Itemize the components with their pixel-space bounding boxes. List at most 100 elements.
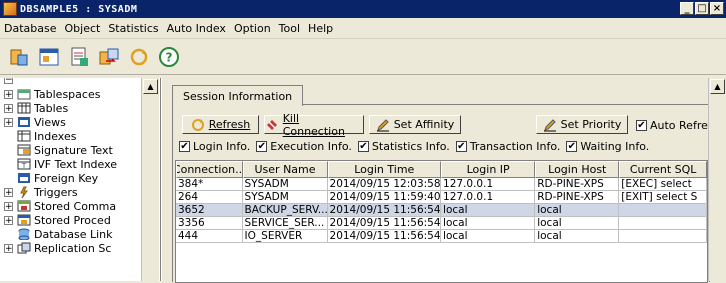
column-header-login-ip[interactable]: Login IP [441,161,536,178]
check-transaction-info[interactable]: ✔ Transaction Info. [455,140,560,153]
pencil-icon [543,118,556,131]
check-execution-info[interactable]: ✔ Execution Info. [256,140,352,153]
tree-item-views[interactable]: + Views [4,115,66,129]
tab-session-information[interactable]: Session Information [172,85,304,106]
table-row[interactable]: 264 SYSADM 2014/09/15 11:59:40 127.0.0.1… [176,191,707,204]
tree-item-tablespaces[interactable]: + Tablespaces [4,87,100,101]
checkbox[interactable]: ✔ [455,141,467,152]
tree-label: Indexes [34,129,77,143]
menu-tool[interactable]: Tool [275,22,304,35]
check-label: Statistics Info. [371,140,450,153]
expand-icon[interactable]: + [4,201,13,211]
app-icon [3,2,17,16]
view-icon [18,117,30,127]
tree-item-ivf-text-indexes[interactable]: T IVF Text Indexe [17,157,117,171]
check-label: Login Info. [193,140,251,153]
expand-icon[interactable]: + [4,89,13,99]
connect-icon[interactable] [8,46,30,68]
table-row[interactable]: 444 IO_SERVER 2014/09/15 11:56:54 local … [176,230,707,243]
session-table[interactable]: Connection... User Name Login Time Login… [175,160,708,283]
expand-icon[interactable]: + [4,103,13,113]
kill-connection-button[interactable]: Kill Connection [264,112,364,138]
menu-database[interactable]: Database [0,22,61,35]
expand-icon[interactable]: + [4,243,13,253]
maximize-button[interactable]: □ [695,2,709,15]
table-icon [17,102,31,114]
tree-item-foreign-key[interactable]: Foreign Key [17,171,98,185]
tree-label: Database Link [34,227,113,241]
tree-item-indexes[interactable]: Indexes [17,129,76,143]
scroll-up-icon[interactable]: ▲ [143,79,158,94]
menu-auto-index[interactable]: Auto Index [163,22,230,35]
table-cell: IO_SERVER [242,230,328,243]
menu-object[interactable]: Object [61,22,105,35]
expand-icon[interactable]: + [4,215,13,225]
tree-scrollbar[interactable]: ▲ [141,78,159,281]
object-tree[interactable]: − + Tablespaces + Tables + Views Indexes… [0,78,161,281]
table-cell: 384* [176,178,243,191]
table-header: Connection... User Name Login Time Login… [176,161,707,178]
expand-icon[interactable]: + [4,187,13,197]
menu-statistics[interactable]: Statistics [104,22,162,35]
table-row[interactable]: 384* SYSADM 2014/09/15 12:03:58 127.0.0.… [176,178,707,191]
document-icon[interactable] [68,46,90,68]
table-cell: 2014/09/15 11:56:54 [327,204,442,217]
tree-item-replication[interactable]: + Replication Sc [4,241,111,255]
pane-splitter[interactable] [161,78,170,281]
set-priority-button[interactable]: Set Priority [536,115,628,134]
table-row[interactable]: 3356 SERVICE_SER... 2014/09/15 11:56:54 … [176,217,707,230]
refresh-cycle-icon[interactable] [128,46,150,68]
expand-icon[interactable]: + [4,117,13,127]
table-cell: RD-PINE-XPS [535,191,620,204]
column-header-current-sql[interactable]: Current SQL [619,161,707,178]
table-cell [619,230,707,243]
checkbox[interactable]: ✔ [357,141,369,152]
transfer-icon[interactable] [98,46,120,68]
checkbox[interactable]: ✔ [566,141,578,152]
column-header-connection[interactable]: Connection... [176,161,243,178]
refresh-label: Refresh [208,118,251,131]
tree-item-signature-text[interactable]: Signature Text [17,143,113,157]
minimize-button[interactable]: _ [680,2,694,15]
table-cell: 2014/09/15 11:59:40 [327,191,442,204]
checkbox[interactable]: ✔ [256,141,268,152]
scroll-up-icon[interactable]: ▲ [710,79,725,94]
tree-label: Tablespaces [34,87,101,101]
tree-item-tables[interactable]: + Tables [4,101,68,115]
table-cell: local [535,217,620,230]
collapse-icon[interactable]: − [4,78,13,84]
window-icon[interactable] [38,46,60,68]
column-header-login-time[interactable]: Login Time [327,161,442,178]
column-header-login-host[interactable]: Login Host [535,161,620,178]
table-cell: 3356 [176,217,243,230]
refresh-button[interactable]: Refresh [182,115,259,134]
check-login-info[interactable]: ✔ Login Info. [179,140,250,153]
set-affinity-button[interactable]: Set Affinity [369,115,461,134]
menu-help[interactable]: Help [304,22,337,35]
table-cell: local [535,230,620,243]
trigger-icon [20,186,28,198]
tree-item-stored-commands[interactable]: + Stored Comma [4,199,116,213]
set-affinity-label: Set Affinity [393,118,455,131]
tree-collapse-root[interactable]: − [4,78,17,86]
table-cell: [EXIT] select S [619,191,707,204]
menu-option[interactable]: Option [230,22,275,35]
close-button[interactable]: × [710,2,724,15]
check-waiting-info[interactable]: ✔ Waiting Info. [566,140,649,153]
check-statistics-info[interactable]: ✔ Statistics Info. [357,140,450,153]
column-header-user-name[interactable]: User Name [242,161,328,178]
tree-item-triggers[interactable]: + Triggers [4,185,78,199]
check-label: Waiting Info. [580,140,650,153]
tree-item-database-link[interactable]: Database Link [17,227,113,241]
info-checkbox-row: ✔ Login Info. ✔ Execution Info. ✔ Statistic… [179,140,655,153]
auto-refresh-checkbox[interactable]: ✔ [636,120,647,131]
table-cell: local [535,204,620,217]
content-scrollbar[interactable]: ▲ [708,78,726,281]
help-icon[interactable]: ? [158,46,180,68]
table-cell [619,204,707,217]
tree-item-stored-procedures[interactable]: + Stored Proced [4,213,111,227]
table-row-selected[interactable]: 3652 BACKUP_SERV... 2014/09/15 11:56:54 … [176,204,707,217]
table-cell: SERVICE_SER... [242,217,328,230]
table-cell: SYSADM [242,178,328,191]
checkbox[interactable]: ✔ [179,141,190,152]
